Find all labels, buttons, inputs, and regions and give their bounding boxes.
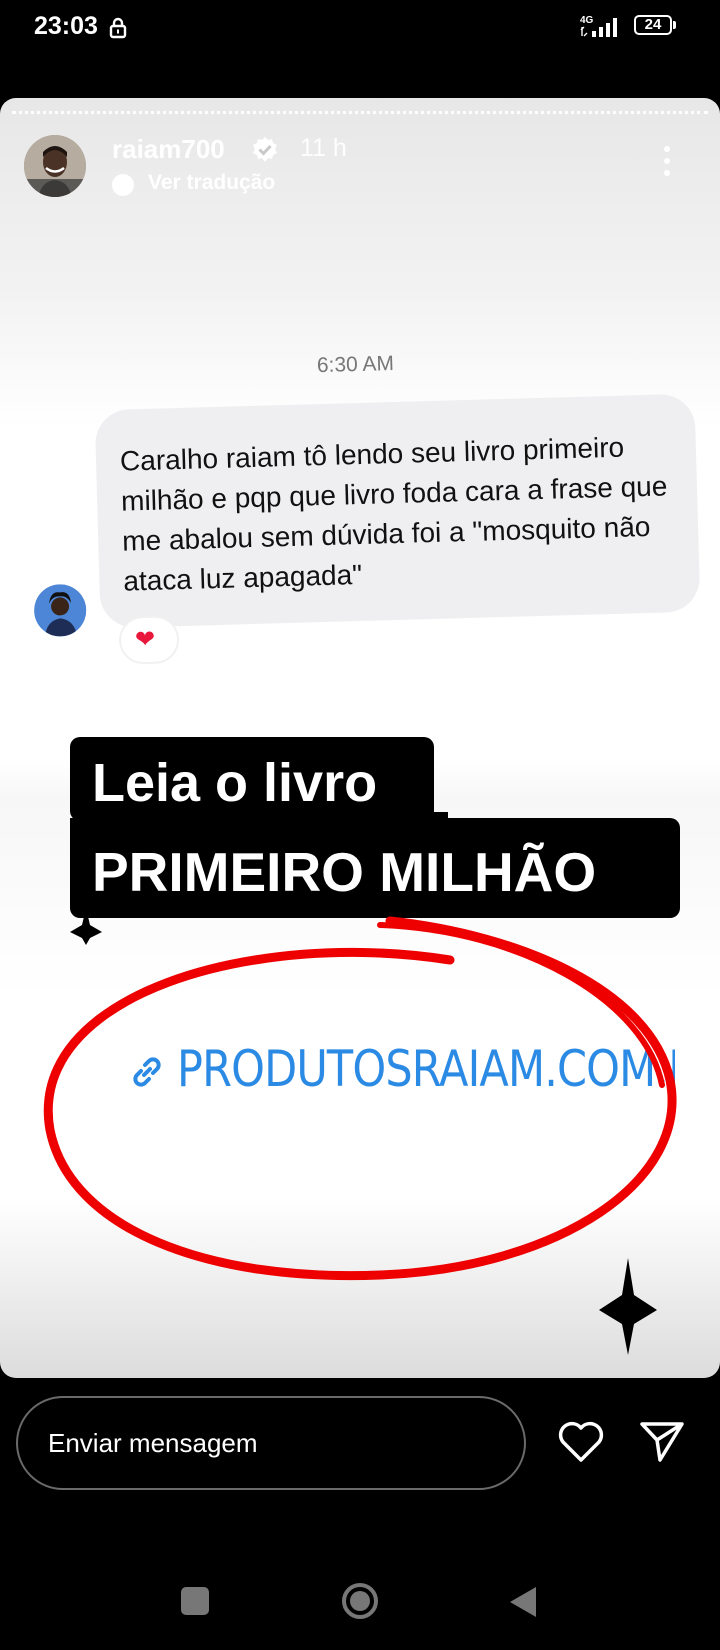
link-url[interactable]: PRODUTOSRAIAM.COM.BR bbox=[177, 1040, 675, 1098]
recents-icon[interactable] bbox=[181, 1587, 209, 1615]
status-bar: 23:03 4G 24 bbox=[0, 0, 720, 56]
message-bubble: Caralho raiam tô lendo seu livro primeir… bbox=[94, 393, 701, 629]
back-icon[interactable] bbox=[508, 1585, 538, 1619]
battery-indicator: 24 bbox=[634, 15, 672, 35]
reaction-heart-icon: ❤ bbox=[134, 625, 156, 654]
translate-icon bbox=[112, 174, 134, 196]
avatar[interactable] bbox=[24, 135, 86, 197]
heart-icon[interactable] bbox=[556, 1418, 606, 1464]
translate-link[interactable]: Ver tradução bbox=[148, 171, 275, 195]
home-icon[interactable] bbox=[341, 1582, 379, 1620]
message-reaction: ❤ bbox=[120, 617, 178, 663]
message-placeholder[interactable]: Enviar mensagem bbox=[48, 1428, 258, 1459]
avatar-image bbox=[24, 135, 86, 197]
text-sticker-line1: Leia o livro bbox=[92, 753, 378, 813]
message-text: Caralho raiam tô lendo seu livro primeir… bbox=[119, 431, 668, 597]
story-progress-bar bbox=[12, 111, 708, 114]
lock-icon bbox=[109, 17, 127, 39]
story-time-ago: 11 h bbox=[300, 134, 347, 162]
link-sticker[interactable]: PRODUTOSRAIAM.COM.BR bbox=[115, 1034, 675, 1106]
send-icon[interactable] bbox=[638, 1418, 686, 1464]
link-icon bbox=[133, 1057, 161, 1087]
sender-avatar bbox=[33, 583, 87, 638]
signal-icon: 4G bbox=[580, 15, 617, 37]
battery-tip bbox=[673, 21, 676, 29]
verified-icon bbox=[253, 137, 277, 162]
network-type: 4G bbox=[580, 15, 594, 26]
story-username[interactable]: raiam700 bbox=[112, 134, 225, 165]
status-time: 23:03 bbox=[34, 12, 98, 40]
sender-avatar-image bbox=[33, 583, 87, 638]
dm-screenshot: 6:30 AM Caralho raiam tô lendo seu livro… bbox=[0, 318, 720, 738]
text-sticker-line2: PRIMEIRO MILHÃO bbox=[92, 841, 597, 903]
more-options-icon[interactable] bbox=[662, 146, 672, 182]
dm-timestamp: 6:30 AM bbox=[316, 351, 395, 378]
